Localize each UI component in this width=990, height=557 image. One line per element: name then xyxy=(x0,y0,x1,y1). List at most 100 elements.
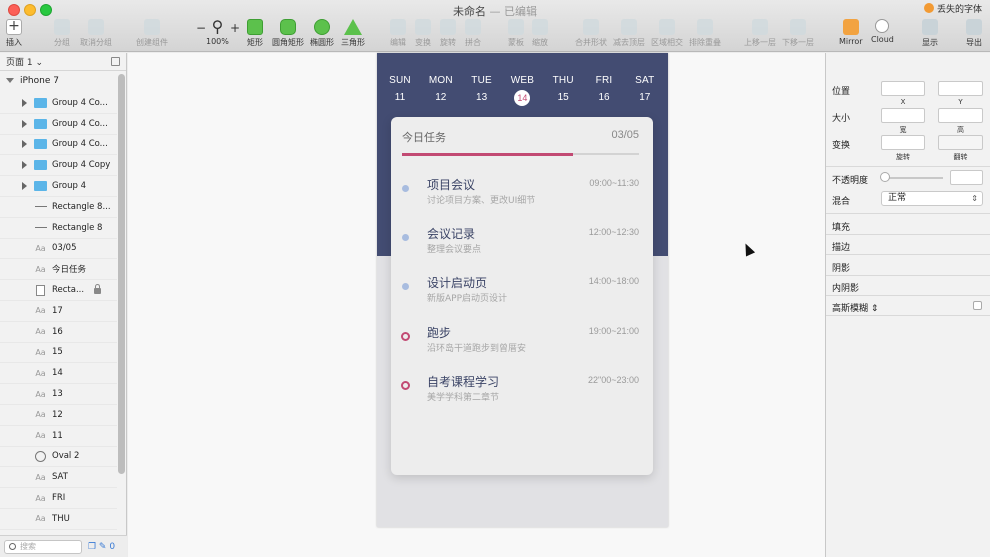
blend-mode-select[interactable]: 正常 ⇕ xyxy=(881,191,983,206)
cloud-button[interactable]: Cloud xyxy=(871,19,894,44)
layer-row[interactable]: Group 4 xyxy=(0,176,117,197)
day-cell[interactable]: WEB 14 xyxy=(507,75,537,106)
layer-row[interactable]: Aa 03/05 xyxy=(0,239,117,260)
zoom-control[interactable]: ⚲ 100% xyxy=(206,19,229,47)
rotate-field[interactable] xyxy=(881,135,925,150)
iphone-artboard[interactable]: SUN 11 MON 12 TUE 13 WEB 14 THU 15 FRI 16 SAT 17 今日任务… xyxy=(377,53,668,527)
layer-row[interactable]: Group 4 Co... xyxy=(0,135,117,156)
document-status[interactable]: — 已编辑 xyxy=(490,5,538,18)
disclosure-triangle-icon[interactable] xyxy=(22,182,27,191)
layer-row[interactable]: Aa 16 xyxy=(0,322,117,343)
layer-row[interactable]: Rectangle 8 xyxy=(0,218,117,239)
subtract-button[interactable]: 减去顶层 xyxy=(613,19,645,48)
difference-label: 排除重叠 xyxy=(689,38,721,47)
difference-button[interactable]: 排除重叠 xyxy=(689,19,721,48)
layer-row[interactable]: Recta... xyxy=(0,280,117,301)
task-item[interactable]: 自考课程学习 美学学科第二章节 22"00~23:00 xyxy=(391,373,653,413)
layer-row[interactable]: Aa SAT xyxy=(0,467,117,489)
layer-row[interactable]: Group 4 Co... xyxy=(0,114,117,135)
layer-label: THU xyxy=(52,513,70,524)
flip-buttons[interactable] xyxy=(938,135,983,150)
intersect-button[interactable]: 区域相交 xyxy=(651,19,683,48)
disclosure-triangle-icon[interactable] xyxy=(22,119,27,128)
lost-font-badge[interactable]: 丢失的字体 xyxy=(920,1,986,15)
task-item[interactable]: 项目会议 讨论项目方案、更改UI细节 09:00~11:30 xyxy=(391,176,653,216)
day-cell[interactable]: SUN 11 xyxy=(385,75,415,106)
day-cell[interactable]: THU 15 xyxy=(548,75,578,106)
export-button[interactable]: 导出 xyxy=(966,19,982,48)
task-description: 讨论项目方案、更改UI细节 xyxy=(427,196,536,206)
x-field[interactable] xyxy=(881,81,925,96)
opacity-slider-track[interactable] xyxy=(883,177,943,179)
layer-row[interactable]: Aa FRI xyxy=(0,488,117,509)
inner-shadow-section[interactable]: 内阴影 xyxy=(832,281,859,294)
border-section[interactable]: 描边 xyxy=(832,240,850,253)
layer-row[interactable]: Aa THU xyxy=(0,509,117,530)
y-field[interactable] xyxy=(938,81,983,96)
disclosure-triangle-icon[interactable] xyxy=(6,78,14,83)
layer-row[interactable]: Aa 15 xyxy=(0,343,117,364)
bring-forward-button[interactable]: 上移一层 xyxy=(744,19,776,48)
mask-button[interactable]: 蒙板 xyxy=(508,19,524,48)
union-button[interactable]: 合并形状 xyxy=(575,19,607,48)
disclosure-triangle-icon[interactable] xyxy=(22,161,27,170)
task-item[interactable]: 跑步 沿环岛干道跑步到曾厝安 19:00~21:00 xyxy=(391,324,653,364)
layer-row[interactable]: Oval 2 xyxy=(0,447,117,468)
pages-header[interactable]: 页面 1 ⌄ xyxy=(0,53,126,71)
scale-button[interactable]: 缩放 xyxy=(532,19,548,48)
rectangle-tool[interactable]: 矩形 xyxy=(247,19,263,48)
gaussian-blur-checkbox[interactable] xyxy=(973,301,982,310)
layer-row[interactable]: Aa 12 xyxy=(0,405,117,426)
fill-section[interactable]: 填充 xyxy=(832,220,850,233)
opacity-slider-knob[interactable] xyxy=(880,172,890,182)
task-item[interactable]: 会议记录 整理会议要点 12:00~12:30 xyxy=(391,225,653,265)
filter-icons[interactable]: ❐ ✎ 0 xyxy=(88,542,115,552)
mirror-button[interactable]: Mirror xyxy=(839,19,863,46)
group-button[interactable]: 分组 xyxy=(54,19,70,48)
line-icon xyxy=(34,223,47,233)
page-selector[interactable]: 页面 1 ⌄ xyxy=(6,55,43,68)
layer-row[interactable]: Aa 17 xyxy=(0,301,117,322)
gaussian-blur-section[interactable]: 高斯模糊 ⇕ xyxy=(832,301,878,314)
layer-row[interactable]: Aa 14 xyxy=(0,363,117,385)
flatten-button[interactable]: 拼合 xyxy=(465,19,481,48)
day-cell[interactable]: TUE 13 xyxy=(467,75,497,106)
triangle-tool[interactable]: 三角形 xyxy=(341,19,365,48)
artboard-layer[interactable]: iPhone 7 xyxy=(0,71,126,90)
rounded-rectangle-tool[interactable]: 圆角矩形 xyxy=(272,19,304,48)
ungroup-button[interactable]: 取消分组 xyxy=(80,19,112,48)
disclosure-triangle-icon[interactable] xyxy=(22,140,27,149)
layer-row[interactable]: Group 4 Co... xyxy=(0,93,117,114)
zoom-in-button[interactable]: + xyxy=(230,21,240,35)
canvas[interactable]: SUN 11 MON 12 TUE 13 WEB 14 THU 15 FRI 16 SAT 17 今日任务… xyxy=(128,53,825,557)
lock-icon[interactable] xyxy=(94,284,101,295)
collapse-pages-icon[interactable] xyxy=(111,57,120,66)
today-tasks-card[interactable]: 今日任务 03/05 项目会议 讨论项目方案、更改UI细节 09:00~11:30 会… xyxy=(391,117,653,475)
transform-button[interactable]: 变换 xyxy=(415,19,431,48)
disclosure-triangle-icon[interactable] xyxy=(22,98,27,107)
rotate-button[interactable]: 旋转 xyxy=(440,19,456,48)
send-backward-button[interactable]: 下移一层 xyxy=(782,19,814,48)
insert-button[interactable]: + 插入 xyxy=(6,19,22,48)
shadow-section[interactable]: 阴影 xyxy=(832,261,850,274)
day-cell[interactable]: SAT 17 xyxy=(630,75,660,106)
rectangle-icon xyxy=(247,19,263,35)
layer-list-scrollbar[interactable] xyxy=(118,74,125,474)
layer-row[interactable]: Aa 13 xyxy=(0,384,117,405)
day-cell[interactable]: FRI 16 xyxy=(589,75,619,106)
width-field[interactable] xyxy=(881,108,925,123)
display-button[interactable]: 显示 xyxy=(922,19,938,48)
edit-button[interactable]: 编辑 xyxy=(390,19,406,48)
height-field[interactable] xyxy=(938,108,983,123)
oval-tool[interactable]: 椭圆形 xyxy=(310,19,334,48)
task-item[interactable]: 设计启动页 新版APP启动页设计 14:00~18:00 xyxy=(391,274,653,314)
layer-row[interactable]: Group 4 Copy xyxy=(0,155,117,177)
day-cell[interactable]: MON 12 xyxy=(426,75,456,106)
opacity-field[interactable] xyxy=(950,170,983,185)
create-symbol-button[interactable]: 创建组件 xyxy=(136,19,168,48)
layer-search-input[interactable]: 搜索 xyxy=(4,539,82,554)
zoom-out-button[interactable]: − xyxy=(196,21,206,35)
layer-row[interactable]: Aa 今日任务 xyxy=(0,259,117,281)
layer-row[interactable]: Aa 11 xyxy=(0,426,117,447)
layer-row[interactable]: Rectangle 8... xyxy=(0,197,117,218)
